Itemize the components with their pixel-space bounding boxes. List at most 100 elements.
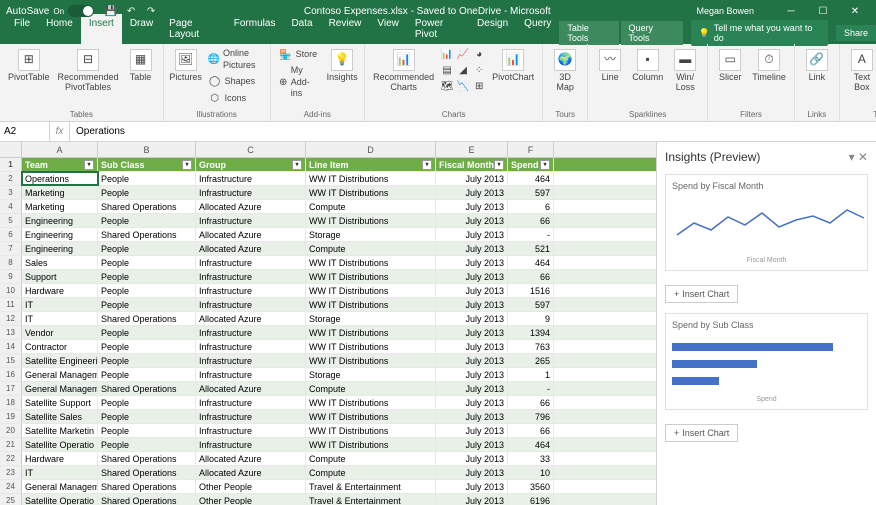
cell[interactable]: Infrastructure <box>196 396 306 409</box>
cell[interactable]: Shared Operations <box>98 466 196 479</box>
tab-file[interactable]: File <box>6 14 38 44</box>
cell[interactable]: 265 <box>508 354 554 367</box>
cell[interactable]: Storage <box>306 312 436 325</box>
maximize-icon[interactable]: ☐ <box>808 2 838 20</box>
cell[interactable]: July 2013 <box>436 298 508 311</box>
cell[interactable]: General Managem <box>22 480 98 493</box>
cell[interactable]: July 2013 <box>436 438 508 451</box>
name-box[interactable]: A2 <box>0 122 50 141</box>
cell[interactable]: Infrastructure <box>196 298 306 311</box>
cell[interactable]: 597 <box>508 298 554 311</box>
cell[interactable]: People <box>98 270 196 283</box>
cell[interactable]: Satellite Sales <box>22 410 98 423</box>
cell[interactable]: Shared Operations <box>98 312 196 325</box>
table-row[interactable]: 7EngineeringPeopleAllocated AzureCompute… <box>0 242 656 256</box>
row-number[interactable]: 20 <box>0 424 22 437</box>
redo-icon[interactable]: ↷ <box>144 4 158 18</box>
table-button[interactable]: ▦Table <box>125 47 157 85</box>
cell[interactable]: Vendor <box>22 326 98 339</box>
timeline-button[interactable]: ⏱Timeline <box>750 47 788 85</box>
cell[interactable]: 66 <box>508 424 554 437</box>
cell[interactable]: Hardware <box>22 284 98 297</box>
cell[interactable]: Compute <box>306 200 436 213</box>
row-number[interactable]: 22 <box>0 452 22 465</box>
minimize-icon[interactable]: ─ <box>776 2 806 20</box>
cell[interactable]: Infrastructure <box>196 172 306 185</box>
cell[interactable]: Sales <box>22 256 98 269</box>
cell[interactable]: 66 <box>508 270 554 283</box>
cell[interactable]: General Managem <box>22 382 98 395</box>
icons-button[interactable]: ⬡Icons <box>206 90 264 106</box>
cell[interactable]: Storage <box>306 368 436 381</box>
cell[interactable]: Allocated Azure <box>196 242 306 255</box>
pie-chart-icon[interactable]: ◕ <box>472 47 486 61</box>
cell[interactable]: Infrastructure <box>196 214 306 227</box>
table-row[interactable]: 8SalesPeopleInfrastructureWW IT Distribu… <box>0 256 656 270</box>
cell[interactable]: July 2013 <box>436 326 508 339</box>
cell[interactable]: WW IT Distributions <box>306 438 436 451</box>
cell[interactable]: Infrastructure <box>196 256 306 269</box>
recommended-charts-button[interactable]: 📊Recommended Charts <box>371 47 436 95</box>
table-row[interactable]: 9SupportPeopleInfrastructureWW IT Distri… <box>0 270 656 284</box>
table-header-cell[interactable]: Sub Class▾ <box>98 158 196 171</box>
cell[interactable]: July 2013 <box>436 312 508 325</box>
column-header[interactable]: D <box>306 142 436 157</box>
cell[interactable]: 3560 <box>508 480 554 493</box>
cell[interactable]: 597 <box>508 186 554 199</box>
row-number[interactable]: 24 <box>0 480 22 493</box>
cell[interactable]: People <box>98 214 196 227</box>
cell[interactable]: Infrastructure <box>196 186 306 199</box>
table-row[interactable]: 19Satellite SalesPeopleInfrastructureWW … <box>0 410 656 424</box>
row-number[interactable]: 8 <box>0 256 22 269</box>
cell[interactable]: Shared Operations <box>98 200 196 213</box>
row-number[interactable]: 3 <box>0 186 22 199</box>
tab-view[interactable]: View <box>369 14 407 44</box>
table-row[interactable]: 18Satellite SupportPeopleInfrastructureW… <box>0 396 656 410</box>
table-row[interactable]: 23ITShared OperationsAllocated AzureComp… <box>0 466 656 480</box>
cell[interactable]: Shared Operations <box>98 228 196 241</box>
table-row[interactable]: 16General ManagemPeopleInfrastructureSto… <box>0 368 656 382</box>
cell[interactable]: People <box>98 438 196 451</box>
cell[interactable]: People <box>98 284 196 297</box>
spreadsheet-grid[interactable]: ABCDEF 1Team▾Sub Class▾Group▾Line Item▾F… <box>0 142 656 505</box>
table-row[interactable]: 17General ManagemShared OperationsAlloca… <box>0 382 656 396</box>
cell[interactable]: Compute <box>306 452 436 465</box>
cell[interactable]: Infrastructure <box>196 284 306 297</box>
cell[interactable]: Storage <box>306 228 436 241</box>
sparkline-column-button[interactable]: ▪Column <box>630 47 665 85</box>
column-header[interactable]: A <box>22 142 98 157</box>
filter-dropdown-icon[interactable]: ▾ <box>84 160 94 170</box>
cell[interactable]: Infrastructure <box>196 368 306 381</box>
fx-icon[interactable]: fx <box>50 122 70 141</box>
table-row[interactable]: 20Satellite MarketinPeopleInfrastructure… <box>0 424 656 438</box>
tab-insert[interactable]: Insert <box>81 14 122 44</box>
tab-power-pivot[interactable]: Power Pivot <box>407 14 469 44</box>
row-number[interactable]: 9 <box>0 270 22 283</box>
cell[interactable]: July 2013 <box>436 466 508 479</box>
store-button[interactable]: 🏪Store <box>277 47 323 63</box>
table-header-cell[interactable]: Line Item▾ <box>306 158 436 171</box>
cell[interactable]: Infrastructure <box>196 438 306 451</box>
cell[interactable]: WW IT Distributions <box>306 186 436 199</box>
column-header[interactable]: B <box>98 142 196 157</box>
cell[interactable]: Satellite Operatio <box>22 438 98 451</box>
cell[interactable]: WW IT Distributions <box>306 410 436 423</box>
cell[interactable]: Travel & Entertainment <box>306 480 436 493</box>
table-row[interactable]: 21Satellite OperatioPeopleInfrastructure… <box>0 438 656 452</box>
cell[interactable]: July 2013 <box>436 396 508 409</box>
cell[interactable]: Shared Operations <box>98 480 196 493</box>
link-button[interactable]: 🔗Link <box>801 47 833 85</box>
undo-icon[interactable]: ↶ <box>124 4 138 18</box>
cell[interactable]: WW IT Distributions <box>306 214 436 227</box>
cell[interactable]: Satellite Engineeri <box>22 354 98 367</box>
cell[interactable]: WW IT Distributions <box>306 340 436 353</box>
row-number[interactable]: 4 <box>0 200 22 213</box>
tab-query[interactable]: Query <box>516 14 559 44</box>
filter-dropdown-icon[interactable]: ▾ <box>182 160 192 170</box>
save-icon[interactable]: 💾 <box>104 4 118 18</box>
insert-chart-button-1[interactable]: +Insert Chart <box>665 285 738 303</box>
row-number[interactable]: 25 <box>0 494 22 505</box>
table-header-cell[interactable]: Fiscal Month▾ <box>436 158 508 171</box>
row-number[interactable]: 18 <box>0 396 22 409</box>
cell[interactable]: Allocated Azure <box>196 452 306 465</box>
